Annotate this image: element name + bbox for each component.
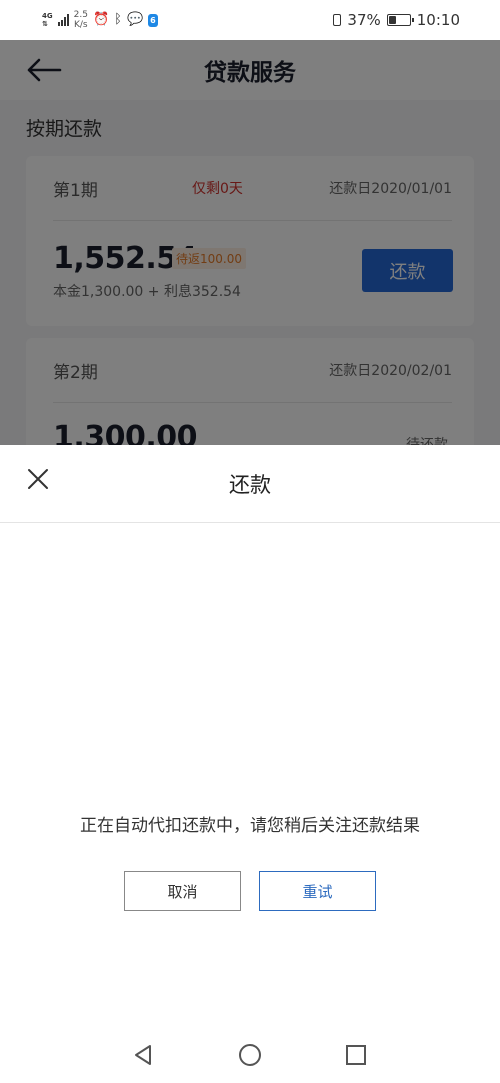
system-nav-bar xyxy=(0,1028,500,1083)
signal-strength-icon xyxy=(57,14,69,26)
cancel-button[interactable]: 取消 xyxy=(124,871,241,911)
bluetooth-icon: ᛒ xyxy=(114,12,122,27)
wifi-icon: 6 xyxy=(148,13,158,27)
circle-home-icon xyxy=(239,1044,261,1066)
action-buttons: 取消 重试 xyxy=(0,871,500,911)
battery-icon xyxy=(386,14,414,26)
sheet-header: 还款 xyxy=(0,445,500,523)
triangle-back-icon xyxy=(135,1045,151,1065)
network-type: 4G ⇅ xyxy=(42,12,53,28)
close-button[interactable] xyxy=(26,467,50,491)
repayment-sheet: 还款 正在自动代扣还款中，请您稍后关注还款结果 取消 重试 xyxy=(0,445,500,1028)
square-recents-icon xyxy=(346,1045,366,1065)
data-arrows-icon: ⇅ xyxy=(42,20,48,28)
vibrate-icon xyxy=(333,14,342,26)
clock: 10:10 xyxy=(416,11,460,29)
chat-icon: 💬 xyxy=(126,12,144,27)
battery-percent: 37% xyxy=(347,11,381,29)
status-message: 正在自动代扣还款中，请您稍后关注还款结果 xyxy=(80,816,420,836)
nav-home-button[interactable] xyxy=(237,1042,263,1068)
modal-overlay[interactable] xyxy=(0,40,500,445)
nav-back-button[interactable] xyxy=(131,1042,157,1068)
close-icon xyxy=(28,469,48,489)
status-bar: 4G ⇅ 2.5 K/s ⏰ ᛒ 💬 6 37% 10:10 xyxy=(0,0,500,40)
nav-recents-button[interactable] xyxy=(343,1042,369,1068)
alarm-icon: ⏰ xyxy=(92,12,110,27)
sheet-title: 还款 xyxy=(229,472,271,497)
retry-button[interactable]: 重试 xyxy=(259,871,376,911)
network-speed: 2.5 K/s xyxy=(73,10,88,30)
